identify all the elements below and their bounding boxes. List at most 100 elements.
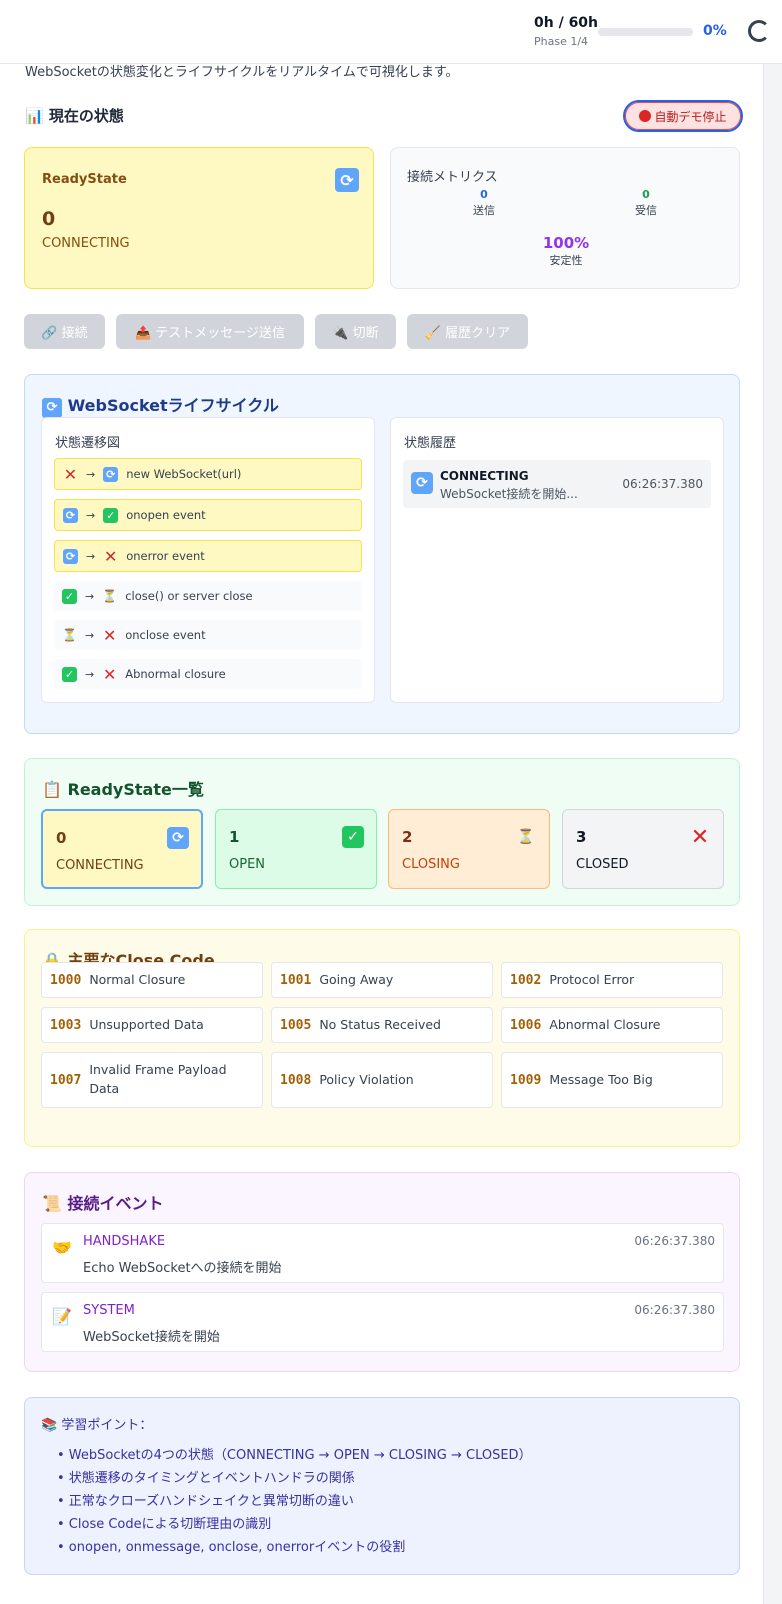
event-item: 🤝 HANDSHAKE Echo WebSocketへの接続を開始 06:26:… [41,1223,724,1283]
close-code: 1009 [510,1072,542,1088]
event-time: 06:26:37.380 [634,1303,715,1317]
check-icon: ✓ [62,666,77,682]
close-code-desc: Abnormal Closure [549,1016,661,1032]
transition-row: ✕ → ⟳ new WebSocket(url) [54,458,362,490]
learning-point: • onopen, onmessage, onclose, onerrorイベン… [57,1540,406,1555]
state-card-closed: 3 CLOSED ✕ [562,809,724,889]
readystate-card: ReadyState 0 CONNECTING ⟳ [24,147,374,289]
hourglass-icon: ⏳ [62,628,77,642]
handshake-icon: 🤝 [52,1238,72,1257]
event-item: 📝 SYSTEM WebSocket接続を開始 06:26:37.380 [41,1292,724,1352]
sent-label: 送信 [473,204,495,217]
close-code: 1008 [280,1072,312,1088]
github-icon[interactable] [748,20,770,42]
state-card-open: 1 OPEN ✓ [215,809,377,889]
cross-icon: ✕ [63,464,78,484]
event-time: 06:26:37.380 [634,1234,715,1248]
readystate-label: ReadyState [42,172,127,187]
transition-label: onclose event [125,628,206,642]
state-num: 1 [229,828,240,846]
phase-label: Phase 1/4 [534,35,589,48]
arrow: → [86,549,96,563]
sync-icon: ⟳ [335,168,359,192]
check-icon: ✓ [342,826,364,848]
current-state-title: 📊 現在の状態 [25,105,124,126]
close-code-item: 1007 Invalid Frame Payload Data [41,1052,263,1108]
state-card-closing: 2 CLOSING ⏳ [388,809,550,889]
history-desc: WebSocket接続を開始... [440,487,578,501]
state-card-connecting: 0 CONNECTING ⟳ [41,809,203,889]
clear-history-button[interactable]: 🧹 履歴クリア [407,314,528,349]
arrow: → [86,467,96,481]
close-code: 1007 [50,1072,82,1088]
close-code-desc: No Status Received [319,1016,441,1032]
transition-row: ⏳ → ✕ onclose event [54,620,362,650]
state-name: CLOSING [402,857,460,872]
history-state: CONNECTING [440,469,529,483]
hourglass-icon: ⏳ [517,829,535,845]
events-title-text: 接続イベント [67,1194,164,1213]
received-value: 0 [642,188,650,201]
cross-icon: ✕ [103,625,117,645]
sync-icon: ⟳ [63,548,78,564]
stop-auto-demo-button[interactable]: 自動デモ停止 [623,100,743,132]
event-message: Echo WebSocketへの接続を開始 [83,1261,282,1276]
learning-point: • 正常なクローズハンドシェイクと異常切断の違い [57,1494,354,1509]
transition-label: onerror event [126,549,205,563]
current-state-title-text: 現在の状態 [48,107,124,125]
close-code-item: 1002 Protocol Error [501,962,723,998]
lifecycle-section: ⟳ WebSocketライフサイクル 状態遷移図 ✕ → ⟳ new WebSocke… [24,374,740,734]
connection-events-section: 📜 接続イベント 🤝 HANDSHAKE Echo WebSocketへの接続を… [24,1172,740,1372]
close-codes-section: 🔒 主要なClose Code 1000 Normal Closure 1001 Go… [24,929,740,1147]
close-code-item: 1000 Normal Closure [41,962,263,998]
transition-label: close() or server close [125,589,253,603]
transition-row: ✓ → ⏳ close() or server close [54,581,362,611]
learning-point: • 状態遷移のタイミングとイベントハンドラの関係 [57,1471,355,1486]
close-code-item: 1001 Going Away [271,962,493,998]
stop-button-label: 自動デモ停止 [654,109,727,124]
hourglass-icon: ⏳ [102,589,118,603]
elapsed-time: 0h / 60h [534,15,599,31]
close-code-desc: Invalid Frame Payload Data [89,1062,227,1096]
progress-percent: 0% [703,23,727,39]
close-code-item: 1003 Unsupported Data [41,1007,263,1043]
history-title: 状態履歴 [404,436,457,451]
arrow: → [85,628,95,642]
close-code: 1000 [50,972,82,988]
state-num: 2 [402,828,413,846]
arrow: → [85,589,95,603]
clipboard-icon: 📋 [42,780,62,799]
send-test-message-button[interactable]: 📤 テストメッセージ送信 [116,314,304,349]
close-code: 1001 [280,972,312,988]
sync-icon: ⟳ [167,827,189,849]
diagram-title: 状態遷移図 [55,436,121,451]
stability-value: 100% [542,234,590,252]
state-num: 3 [576,828,587,846]
metric-sent: 0 送信 [444,188,524,218]
close-code-desc: Message Too Big [549,1071,653,1087]
arrow: → [85,667,95,681]
connect-button[interactable]: 🔗 接続 [24,314,105,349]
metric-received: 0 受信 [606,188,686,218]
state-name: CLOSED [576,857,629,872]
readystate-name: CONNECTING [42,236,130,251]
event-type: SYSTEM [83,1303,135,1318]
close-code-desc: Going Away [319,971,394,987]
cross-icon: ✕ [103,664,117,684]
event-message: WebSocket接続を開始 [83,1330,220,1345]
learning-title: 📚 学習ポイント： [41,1418,153,1433]
sync-icon: ⟳ [103,466,119,482]
close-code-desc: Unsupported Data [89,1016,204,1032]
stability-label: 安定性 [549,254,583,267]
connection-metrics: 接続メトリクス 0 送信 0 受信 100% 安定性 [390,147,740,289]
memo-icon: 📝 [52,1307,72,1326]
state-diagram-panel: 状態遷移図 ✕ → ⟳ new WebSocket(url) ⟳ → ✓ onopen eve… [41,417,375,703]
sync-icon: ⟳ [63,507,78,523]
close-code-desc: Normal Closure [89,971,186,987]
transition-row: ⟳ → ✓ onopen event [54,499,362,531]
learning-point: • WebSocketの4つの状態（CONNECTING → OPEN → CL… [57,1448,532,1463]
disconnect-button[interactable]: 🔌 切断 [315,314,396,349]
close-code-desc: Policy Violation [319,1071,414,1087]
transition-label: Abnormal closure [125,667,226,681]
close-code: 1005 [280,1017,312,1033]
